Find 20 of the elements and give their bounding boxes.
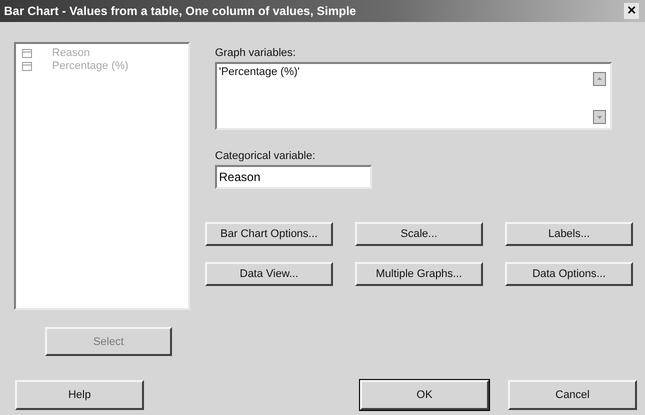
graph-variables-field[interactable]: 'Percentage (%)' xyxy=(215,62,612,130)
option-button[interactable]: Bar Chart Options... xyxy=(205,222,333,246)
dialog-button[interactable]: OK xyxy=(360,380,489,410)
option-button[interactable]: Data View... xyxy=(205,262,333,286)
column-icon xyxy=(22,62,32,71)
field-label: Categorical variable: xyxy=(215,150,316,162)
option-button[interactable]: Data Options... xyxy=(505,262,633,286)
option-button[interactable]: Labels... xyxy=(505,222,633,246)
dialog-button[interactable]: Help xyxy=(15,380,144,410)
scroll-down-icon[interactable] xyxy=(593,110,606,124)
field-label: Graph variables: xyxy=(215,47,297,59)
dialog-button[interactable]: Cancel xyxy=(508,380,637,410)
option-button[interactable]: Multiple Graphs... xyxy=(355,262,483,286)
field-value: 'Percentage (%)' xyxy=(219,66,300,80)
scroll-up-icon[interactable] xyxy=(593,72,606,86)
categorical-variable-field[interactable]: Reason xyxy=(215,165,372,189)
window-title: Bar Chart - Values from a table, One column of values, Simple xyxy=(4,4,356,18)
column-icon xyxy=(22,49,32,58)
close-button[interactable]: × xyxy=(624,3,639,19)
option-button[interactable]: Scale... xyxy=(355,222,483,246)
